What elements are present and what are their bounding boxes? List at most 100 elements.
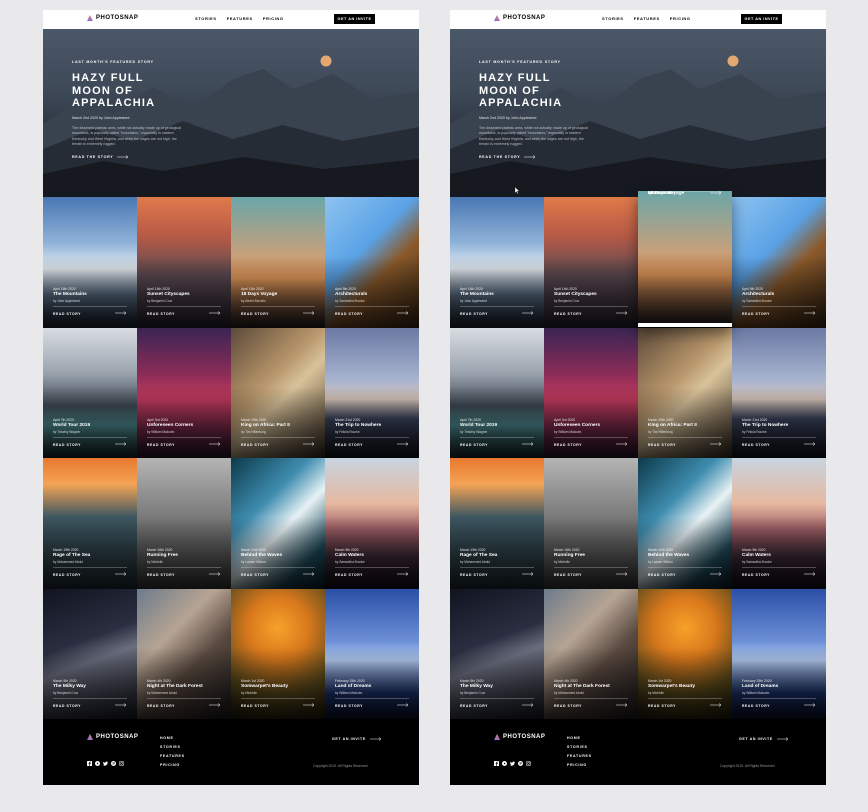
read-story-link[interactable]: READ STORY	[53, 704, 81, 708]
read-story-link[interactable]: READ STORY	[241, 573, 269, 577]
story-card[interactable]: March 16th 2020 Running Free by Michelle RE…	[544, 458, 638, 589]
story-card[interactable]: April 14th 2020 Sunset Cityscapes by Benja…	[544, 197, 638, 328]
footer-link-features[interactable]: FEATURES	[567, 754, 592, 758]
read-story-link[interactable]: READ STORY	[460, 312, 488, 316]
story-card[interactable]: March 19th 2020 Rage of The Sea by Mohamme…	[450, 458, 544, 589]
story-card[interactable]: March 16th 2020 Running Free by Michelle RE…	[137, 458, 231, 589]
read-story-link[interactable]: READ STORY	[648, 443, 676, 447]
footer-logo[interactable]: PHOTOSNAP	[494, 734, 545, 740]
story-card[interactable]: April 7th 2020 World Tour 2019 by Timothy …	[450, 327, 544, 458]
read-story-link[interactable]: READ STORY	[241, 704, 269, 708]
story-card[interactable]: April 16th 2020 The Mountains by John Appl…	[43, 197, 137, 328]
read-story-link[interactable]: READ STORY	[335, 704, 363, 708]
story-card[interactable]: April 3rd 2020 Unforeseen Corners by Willi…	[137, 327, 231, 458]
get-invite-button[interactable]: GET AN INVITE	[741, 14, 782, 24]
story-card[interactable]: April 11th 2020 18 Days Voyage by Alexei B…	[231, 197, 325, 328]
story-card[interactable]: April 9th 2020 Architecturals by Samantha …	[732, 197, 826, 328]
story-card[interactable]: March 19th 2020 Rage of The Sea by Mohamme…	[43, 458, 137, 589]
logo[interactable]: PHOTOSNAP	[494, 15, 545, 21]
footer-link-pricing[interactable]: PRICING	[160, 763, 185, 767]
nav-link-stories[interactable]: STORIES	[195, 16, 217, 21]
read-story-link[interactable]: READ STORY	[147, 573, 175, 577]
read-story-link[interactable]: READ STORY	[554, 312, 582, 316]
get-invite-button[interactable]: GET AN INVITE	[334, 14, 375, 24]
read-story-link[interactable]: READ STORY	[147, 312, 175, 316]
nav-link-pricing[interactable]: PRICING	[670, 16, 691, 21]
pinterest-icon[interactable]	[518, 761, 523, 766]
read-story-link[interactable]: READ STORY	[460, 573, 488, 577]
read-story-link[interactable]: READ STORY	[554, 573, 582, 577]
footer-link-home[interactable]: HOME	[567, 736, 592, 740]
footer-link-features[interactable]: FEATURES	[160, 754, 185, 758]
read-story-link[interactable]: READ STORY	[147, 704, 175, 708]
story-card[interactable]: March 5th 2020 The Milky Way by Benjamin C…	[43, 588, 137, 719]
story-card[interactable]: February 25th 2020 Land of Dreams by Willi…	[732, 588, 826, 719]
story-card[interactable]: March 9th 2020 Calm Waters by Samantha Bro…	[732, 458, 826, 589]
read-story-link[interactable]: READ STORY	[335, 443, 363, 447]
read-story-link[interactable]: READ STORY	[147, 443, 175, 447]
story-card[interactable]: March 4th 2020 Night at The Dark Forest by…	[137, 588, 231, 719]
story-card[interactable]: March 11th 2020 Behind the Waves by Lamarr…	[638, 458, 732, 589]
footer-link-stories[interactable]: STORIES	[160, 745, 185, 749]
footer-link-stories[interactable]: STORIES	[567, 745, 592, 749]
youtube-icon[interactable]	[502, 761, 507, 766]
read-story-link[interactable]: READ STORY	[648, 573, 676, 577]
read-story-link[interactable]: READ STORY	[460, 443, 488, 447]
read-story-link[interactable]: READ STORY	[53, 443, 81, 447]
read-story-link[interactable]: READ STORY	[335, 573, 363, 577]
footer-get-invite-link[interactable]: GET AN INVITE	[332, 737, 382, 741]
read-story-link[interactable]: READ STORY	[648, 704, 676, 708]
read-story-link[interactable]: READ STORY	[648, 191, 676, 195]
read-the-story-link[interactable]: READ THE STORY	[72, 155, 192, 159]
read-story-link[interactable]: READ STORY	[742, 312, 770, 316]
nav-link-features[interactable]: FEATURES	[634, 16, 660, 21]
facebook-icon[interactable]	[494, 761, 499, 766]
story-card[interactable]: February 25th 2020 Land of Dreams by Willi…	[325, 588, 419, 719]
story-date: March 1st 2020	[648, 678, 672, 683]
read-story-link[interactable]: READ STORY	[241, 312, 269, 316]
read-story-link[interactable]: READ STORY	[335, 312, 363, 316]
story-card[interactable]: April 3rd 2020 Unforeseen Corners by Willi…	[544, 327, 638, 458]
read-story-link[interactable]: READ STORY	[53, 573, 81, 577]
nav-link-pricing[interactable]: PRICING	[263, 16, 284, 21]
story-card[interactable]: March 5th 2020 The Milky Way by Benjamin C…	[450, 588, 544, 719]
story-card[interactable]: March 1st 2020 Somwarpet's Beauty by Miche…	[231, 588, 325, 719]
read-story-link[interactable]: READ STORY	[460, 704, 488, 708]
story-card[interactable]: March 29th 2020 King on Africa: Part II by…	[231, 327, 325, 458]
story-card[interactable]: March 9th 2020 Calm Waters by Samantha Bro…	[325, 458, 419, 589]
read-story-link[interactable]: READ STORY	[554, 704, 582, 708]
read-story-link[interactable]: READ STORY	[53, 312, 81, 316]
story-card[interactable]: March 1st 2020 Somwarpet's Beauty by Miche…	[638, 588, 732, 719]
read-story-link[interactable]: READ STORY	[554, 443, 582, 447]
pinterest-icon[interactable]	[111, 761, 116, 766]
twitter-icon[interactable]	[103, 761, 108, 766]
instagram-icon[interactable]	[119, 761, 124, 766]
youtube-icon[interactable]	[95, 761, 100, 766]
footer-link-pricing[interactable]: PRICING	[567, 763, 592, 767]
instagram-icon[interactable]	[526, 761, 531, 766]
footer-get-invite-link[interactable]: GET AN INVITE	[739, 737, 789, 741]
read-story-link[interactable]: READ STORY	[742, 443, 770, 447]
story-card[interactable]: April 14th 2020 Sunset Cityscapes by Benja…	[137, 197, 231, 328]
logo[interactable]: PHOTOSNAP	[87, 15, 138, 21]
facebook-icon[interactable]	[87, 761, 92, 766]
twitter-icon[interactable]	[510, 761, 515, 766]
story-card[interactable]: April 7th 2020 World Tour 2019 by Timothy …	[43, 327, 137, 458]
story-card[interactable]: April 16th 2020 The Mountains by John Appl…	[450, 197, 544, 328]
read-story-link[interactable]: READ STORY	[241, 443, 269, 447]
story-card[interactable]: March 4th 2020 Night at The Dark Forest by…	[544, 588, 638, 719]
story-card[interactable]: March 11th 2020 Behind the Waves by Lamarr…	[231, 458, 325, 589]
social-icons	[494, 761, 531, 766]
read-story-link[interactable]: READ STORY	[742, 573, 770, 577]
read-the-story-link[interactable]: READ THE STORY	[479, 155, 599, 159]
read-story-link[interactable]: READ STORY	[742, 704, 770, 708]
nav-link-features[interactable]: FEATURES	[227, 16, 253, 21]
footer-link-home[interactable]: HOME	[160, 736, 185, 740]
story-card[interactable]: April 9th 2020 Architecturals by Samantha …	[325, 197, 419, 328]
story-card[interactable]: March 21st 2020 The Trip to Nowhere by Fel…	[325, 327, 419, 458]
story-card[interactable]: March 21st 2020 The Trip to Nowhere by Fel…	[732, 327, 826, 458]
story-card[interactable]: March 29th 2020 King on Africa: Part II by…	[638, 327, 732, 458]
nav-link-stories[interactable]: STORIES	[602, 16, 624, 21]
footer-logo[interactable]: PHOTOSNAP	[87, 734, 138, 740]
story-card[interactable]: April 11th 2020 18 Days Voyage by Alexei B…	[638, 191, 732, 327]
